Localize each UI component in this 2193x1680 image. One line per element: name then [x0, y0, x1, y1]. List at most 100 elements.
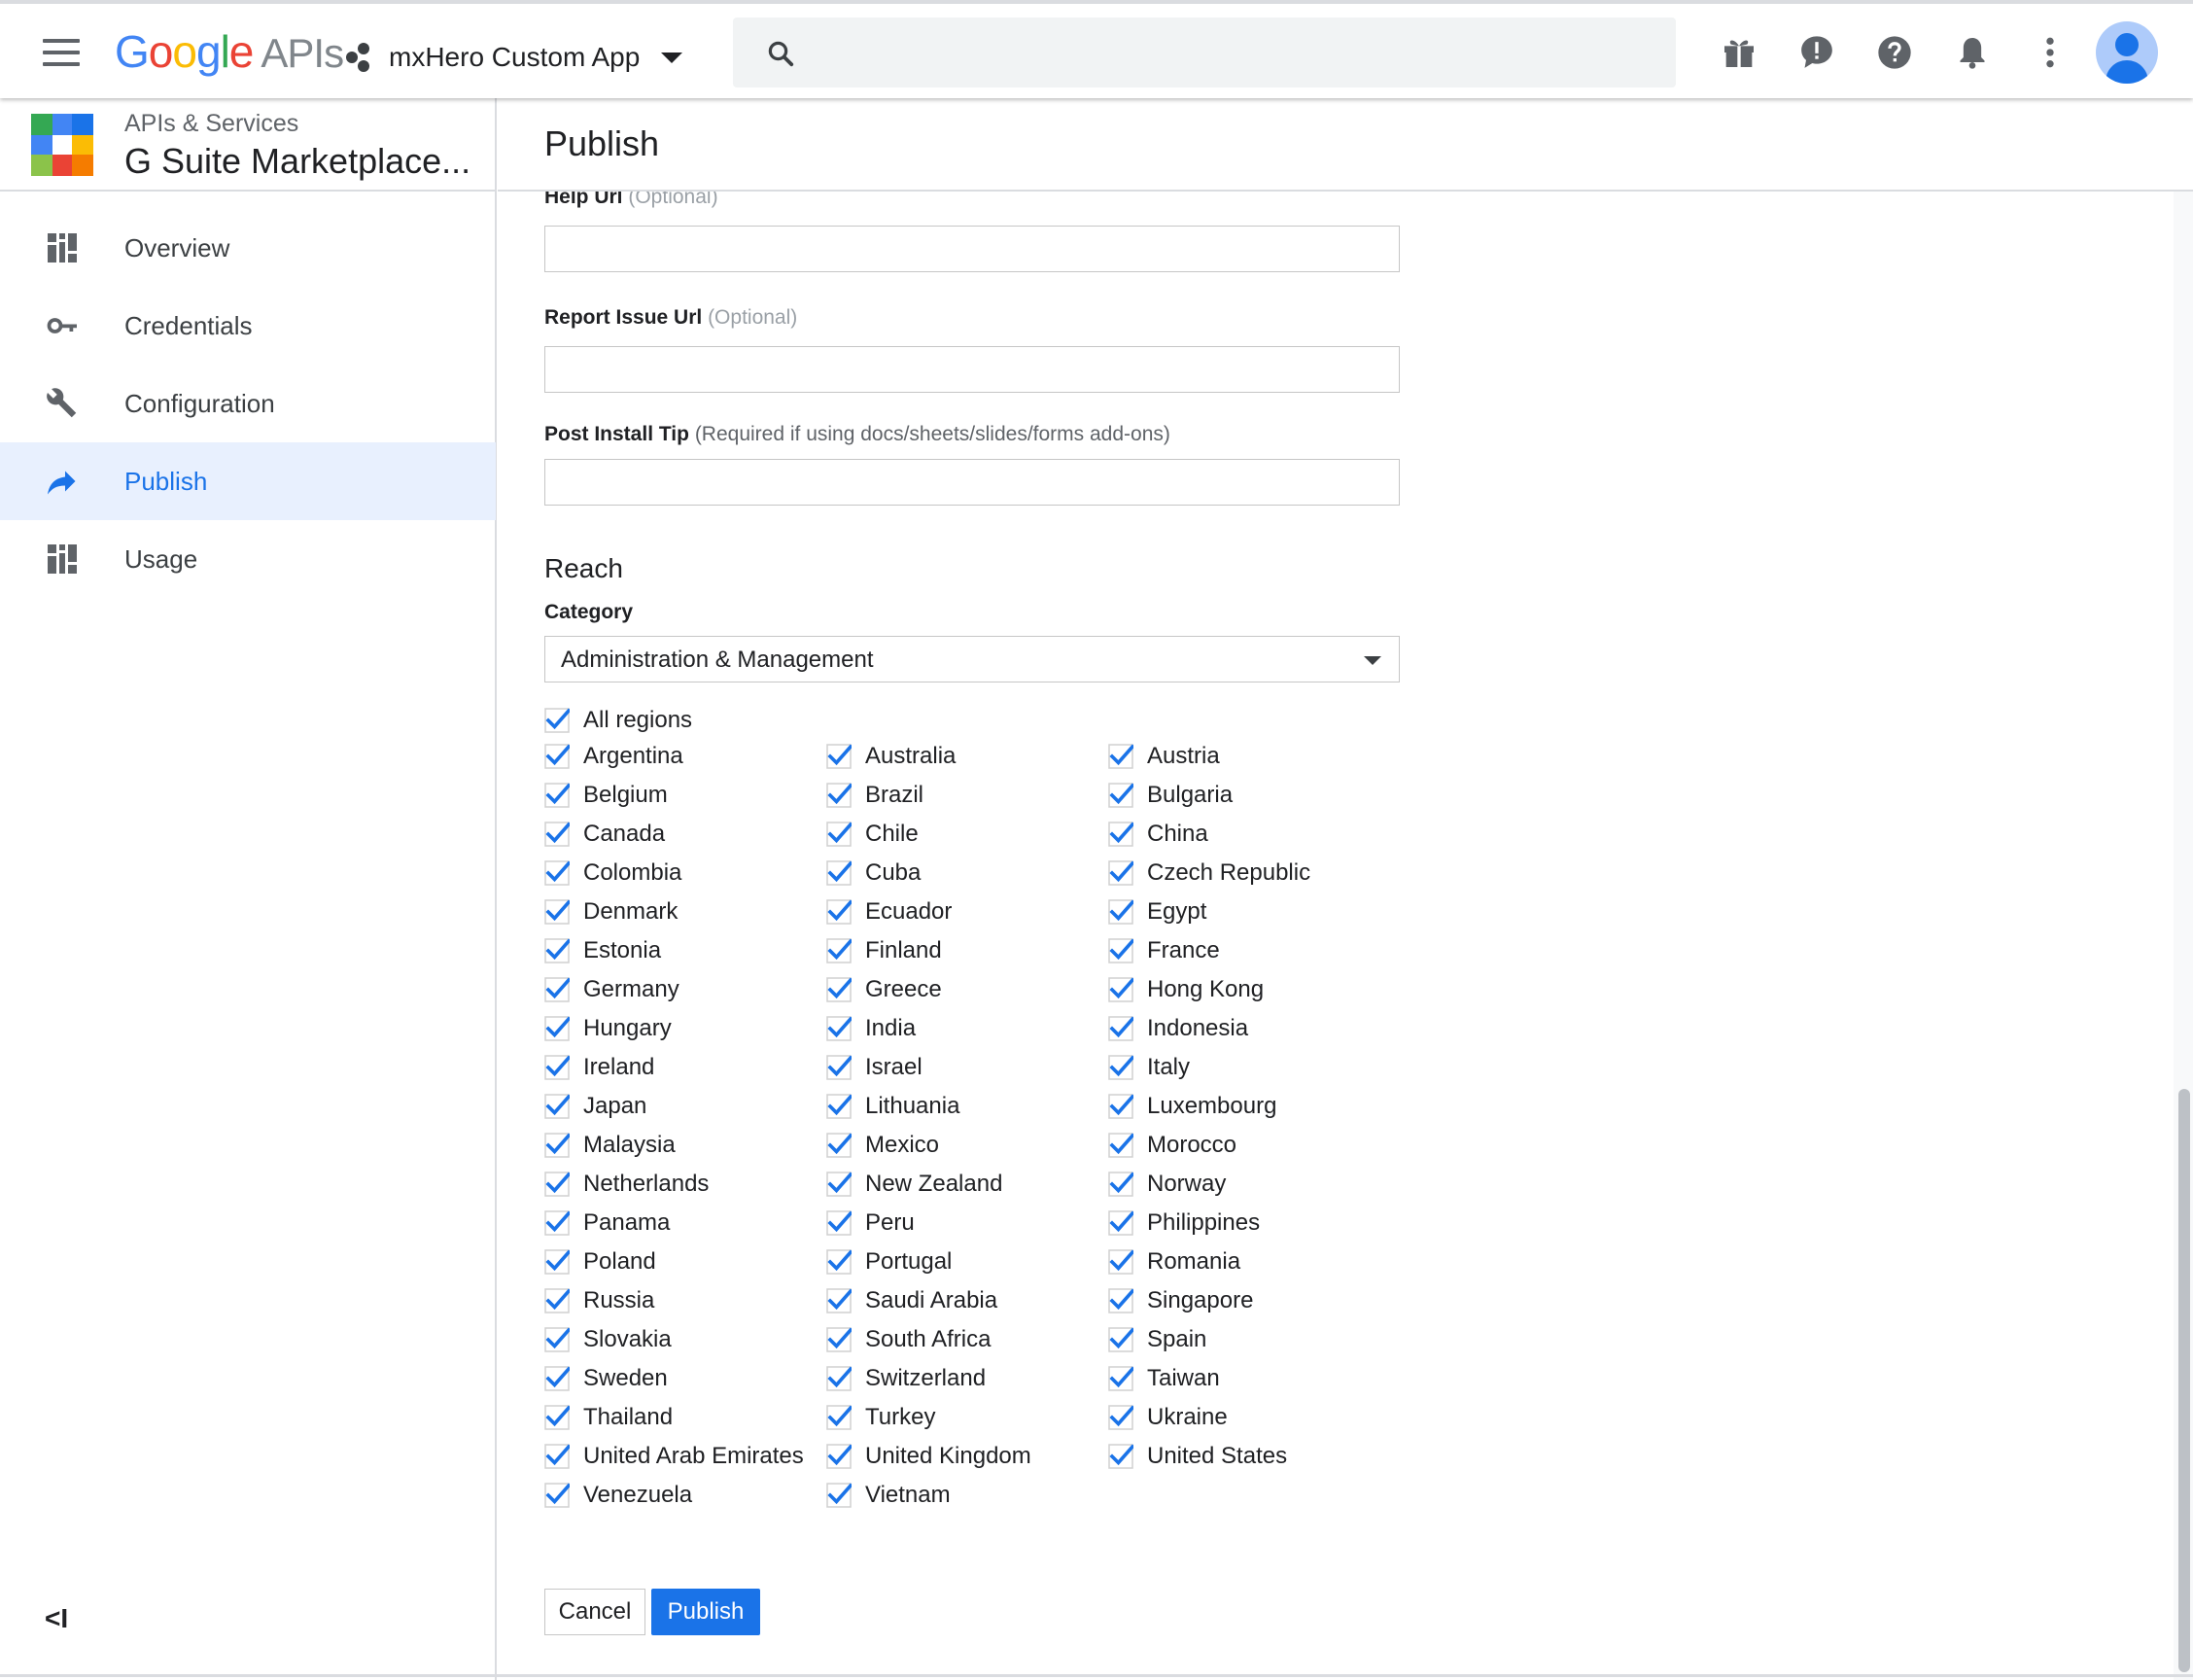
report-issue-url-input[interactable]: [544, 346, 1400, 393]
checkbox-checked-icon[interactable]: [544, 1288, 572, 1313]
help-url-input[interactable]: [544, 226, 1400, 272]
checkbox-checked-icon[interactable]: [826, 1327, 853, 1352]
checkbox-checked-icon[interactable]: [544, 1172, 572, 1197]
checkbox-checked-icon[interactable]: [826, 1483, 853, 1508]
region-checkbox[interactable]: United Kingdom: [826, 1441, 1031, 1472]
region-checkbox[interactable]: Colombia: [544, 858, 681, 889]
region-checkbox[interactable]: Canada: [544, 819, 665, 850]
region-checkbox[interactable]: Australia: [826, 741, 956, 772]
region-checkbox[interactable]: Malaysia: [544, 1130, 676, 1161]
checkbox-checked-icon[interactable]: [1108, 1055, 1135, 1080]
checkbox-checked-icon[interactable]: [544, 708, 572, 733]
sidebar-item-configuration[interactable]: Configuration: [0, 365, 496, 442]
region-checkbox[interactable]: France: [1108, 935, 1220, 966]
region-checkbox[interactable]: Slovakia: [544, 1324, 672, 1355]
checkbox-checked-icon[interactable]: [1108, 1094, 1135, 1119]
region-checkbox[interactable]: Chile: [826, 819, 919, 850]
region-checkbox[interactable]: United Arab Emirates: [544, 1441, 804, 1472]
post-install-tip-input[interactable]: [544, 459, 1400, 506]
region-checkbox[interactable]: Belgium: [544, 780, 668, 811]
sidebar-item-overview[interactable]: Overview: [0, 209, 496, 287]
checkbox-checked-icon[interactable]: [544, 1444, 572, 1469]
checkbox-checked-icon[interactable]: [826, 1405, 853, 1430]
region-checkbox[interactable]: Israel: [826, 1052, 922, 1083]
checkbox-checked-icon[interactable]: [826, 1366, 853, 1391]
gift-icon[interactable]: [1720, 33, 1758, 72]
checkbox-checked-icon[interactable]: [544, 1366, 572, 1391]
scrollbar-thumb[interactable]: [2178, 1089, 2190, 1672]
more-vert-icon[interactable]: [2031, 33, 2070, 72]
checkbox-checked-icon[interactable]: [826, 1288, 853, 1313]
checkbox-checked-icon[interactable]: [826, 1016, 853, 1041]
region-checkbox[interactable]: Panama: [544, 1208, 670, 1239]
category-select[interactable]: Administration & Management: [544, 636, 1400, 682]
checkbox-checked-icon[interactable]: [826, 860, 853, 886]
region-checkbox[interactable]: Germany: [544, 974, 679, 1005]
checkbox-checked-icon[interactable]: [544, 1249, 572, 1275]
checkbox-checked-icon[interactable]: [1108, 1366, 1135, 1391]
checkbox-checked-icon[interactable]: [544, 1094, 572, 1119]
all-regions-checkbox[interactable]: All regions: [544, 705, 692, 736]
checkbox-checked-icon[interactable]: [1108, 977, 1135, 1002]
checkbox-checked-icon[interactable]: [1108, 860, 1135, 886]
checkbox-checked-icon[interactable]: [826, 899, 853, 925]
project-selector[interactable]: mxHero Custom App: [346, 35, 683, 80]
region-checkbox[interactable]: Switzerland: [826, 1363, 986, 1394]
checkbox-checked-icon[interactable]: [544, 1016, 572, 1041]
region-checkbox[interactable]: Ukraine: [1108, 1402, 1228, 1433]
checkbox-checked-icon[interactable]: [1108, 822, 1135, 847]
checkbox-checked-icon[interactable]: [1108, 1133, 1135, 1158]
region-checkbox[interactable]: Finland: [826, 935, 942, 966]
checkbox-checked-icon[interactable]: [826, 822, 853, 847]
region-checkbox[interactable]: Russia: [544, 1285, 654, 1316]
region-checkbox[interactable]: Argentina: [544, 741, 683, 772]
region-checkbox[interactable]: Romania: [1108, 1246, 1240, 1278]
checkbox-checked-icon[interactable]: [1108, 1172, 1135, 1197]
checkbox-checked-icon[interactable]: [826, 938, 853, 963]
region-checkbox[interactable]: Poland: [544, 1246, 656, 1278]
checkbox-checked-icon[interactable]: [544, 1327, 572, 1352]
region-checkbox[interactable]: Cuba: [826, 858, 921, 889]
checkbox-checked-icon[interactable]: [544, 860, 572, 886]
checkbox-checked-icon[interactable]: [1108, 783, 1135, 808]
checkbox-checked-icon[interactable]: [826, 783, 853, 808]
checkbox-checked-icon[interactable]: [544, 822, 572, 847]
region-checkbox[interactable]: Turkey: [826, 1402, 935, 1433]
checkbox-checked-icon[interactable]: [1108, 938, 1135, 963]
region-checkbox[interactable]: China: [1108, 819, 1208, 850]
region-checkbox[interactable]: Hong Kong: [1108, 974, 1264, 1005]
checkbox-checked-icon[interactable]: [1108, 1444, 1135, 1469]
region-checkbox[interactable]: Peru: [826, 1208, 915, 1239]
checkbox-checked-icon[interactable]: [1108, 1016, 1135, 1041]
region-checkbox[interactable]: Norway: [1108, 1169, 1226, 1200]
region-checkbox[interactable]: Vietnam: [826, 1480, 951, 1511]
region-checkbox[interactable]: Lithuania: [826, 1091, 959, 1122]
sidebar-item-usage[interactable]: Usage: [0, 520, 496, 598]
region-checkbox[interactable]: Indonesia: [1108, 1013, 1248, 1044]
cancel-button[interactable]: Cancel: [544, 1589, 645, 1635]
hamburger-menu-icon[interactable]: [43, 39, 80, 66]
checkbox-checked-icon[interactable]: [1108, 1288, 1135, 1313]
region-checkbox[interactable]: Spain: [1108, 1324, 1206, 1355]
checkbox-checked-icon[interactable]: [826, 744, 853, 769]
region-checkbox[interactable]: Japan: [544, 1091, 646, 1122]
checkbox-checked-icon[interactable]: [1108, 744, 1135, 769]
checkbox-checked-icon[interactable]: [826, 1249, 853, 1275]
user-avatar[interactable]: [2096, 21, 2158, 84]
checkbox-checked-icon[interactable]: [1108, 1210, 1135, 1236]
notifications-bell-icon[interactable]: [1953, 33, 1992, 72]
region-checkbox[interactable]: Luxembourg: [1108, 1091, 1276, 1122]
search-bar[interactable]: [733, 18, 1676, 88]
region-checkbox[interactable]: Brazil: [826, 780, 923, 811]
sidebar-item-credentials[interactable]: Credentials: [0, 287, 496, 365]
region-checkbox[interactable]: Denmark: [544, 896, 678, 928]
checkbox-checked-icon[interactable]: [544, 899, 572, 925]
checkbox-checked-icon[interactable]: [544, 783, 572, 808]
checkbox-checked-icon[interactable]: [1108, 1249, 1135, 1275]
checkbox-checked-icon[interactable]: [544, 1483, 572, 1508]
region-checkbox[interactable]: Estonia: [544, 935, 661, 966]
checkbox-checked-icon[interactable]: [826, 977, 853, 1002]
collapse-sidebar-button[interactable]: <I: [45, 1603, 68, 1634]
region-checkbox[interactable]: Ireland: [544, 1052, 654, 1083]
region-checkbox[interactable]: Sweden: [544, 1363, 668, 1394]
